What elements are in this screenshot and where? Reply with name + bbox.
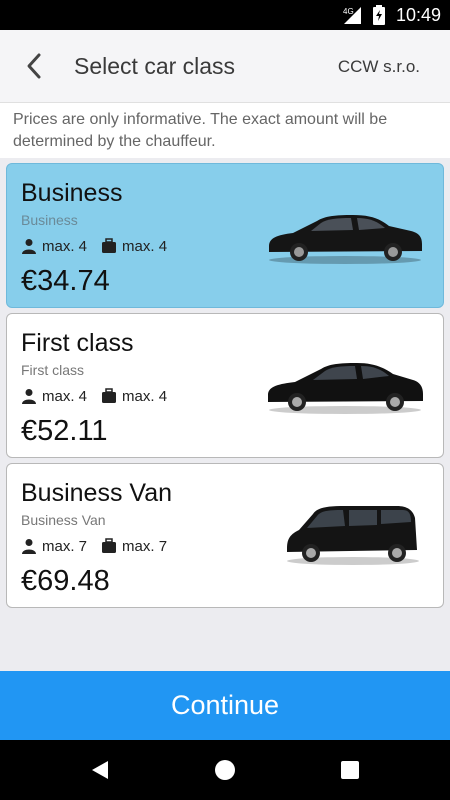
car-class-price: €34.74 [21, 265, 110, 297]
company-name: CCW s.r.o. [337, 57, 420, 76]
capacity-row: max. 4 max. 4 [21, 386, 167, 406]
car-class-list: Business Business max. 4 max. 4 €34.74 F… [6, 163, 444, 613]
car-class-subtitle: First class [21, 362, 84, 378]
passenger-capacity: max. 4 [42, 387, 88, 405]
car-class-price: €52.11 [21, 415, 108, 447]
person-icon [22, 539, 36, 554]
continue-button[interactable]: Continue [0, 671, 450, 740]
chevron-left-icon [27, 53, 41, 79]
network-type: 4G [343, 7, 354, 16]
passenger-capacity: max. 4 [42, 237, 88, 255]
recents-square-icon[interactable] [338, 758, 362, 782]
car-class-name: First class [21, 329, 134, 357]
back-button[interactable] [14, 46, 54, 86]
person-icon [22, 389, 36, 404]
person-icon [22, 239, 36, 254]
price-notice: Prices are only informative. The exact a… [0, 102, 450, 158]
capacity-row: max. 7 max. 7 [21, 536, 167, 556]
luggage-icon [102, 388, 117, 403]
app-bar: Select car class CCW s.r.o. [0, 30, 450, 102]
car-class-price: €69.48 [21, 565, 110, 597]
passenger-capacity: max. 7 [42, 537, 88, 555]
luggage-icon [102, 238, 117, 253]
home-circle-icon[interactable] [213, 758, 237, 782]
status-time: 10:49 [396, 5, 442, 25]
car-class-subtitle: Business [21, 212, 78, 228]
luggage-capacity: max. 4 [122, 237, 168, 255]
car-class-name: Business [21, 179, 123, 207]
luggage-capacity: max. 7 [122, 537, 168, 555]
car-class-card-business-van[interactable]: Business Van Business Van max. 7 max. 7 … [6, 463, 444, 608]
car-class-card-business[interactable]: Business Business max. 4 max. 4 €34.74 [6, 163, 444, 308]
car-class-card-first-class[interactable]: First class First class max. 4 max. 4 €5… [6, 313, 444, 458]
page-title: Select car class [74, 53, 236, 79]
car-class-subtitle: Business Van [21, 512, 106, 528]
signal-icon: 4G [343, 7, 361, 24]
status-bar: 4G 10:49 [0, 0, 450, 30]
car-class-name: Business Van [21, 479, 173, 507]
battery-icon [373, 5, 385, 25]
system-nav-bar [0, 740, 450, 800]
luggage-capacity: max. 4 [122, 387, 168, 405]
back-triangle-icon[interactable] [88, 758, 112, 782]
sedan-car-image [269, 215, 422, 264]
limousine-car-image [268, 363, 423, 414]
van-car-image [287, 506, 419, 565]
luggage-icon [102, 538, 117, 553]
capacity-row: max. 4 max. 4 [21, 236, 167, 256]
